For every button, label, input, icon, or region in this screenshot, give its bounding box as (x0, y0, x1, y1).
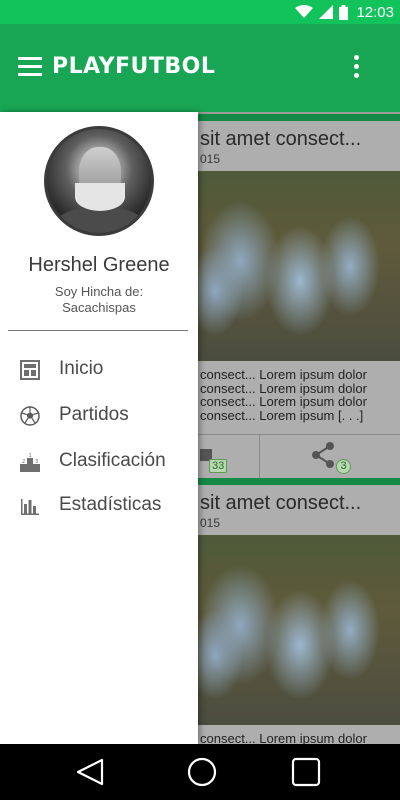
back-icon[interactable] (74, 756, 106, 788)
signal-icon (319, 5, 334, 19)
svg-text:3: 3 (35, 459, 38, 465)
card-title: sit amet consect... (200, 128, 362, 150)
system-nav-bar (0, 744, 400, 800)
navigation-drawer: Hershel Greene Soy Hincha de: Sacachispa… (0, 112, 198, 744)
app-bar: PLAYFUTBOL (0, 24, 400, 112)
drawer-item-estadisticas[interactable]: Estadísticas (0, 484, 198, 528)
share-icon (312, 442, 334, 468)
recents-icon[interactable] (290, 756, 322, 788)
comment-button[interactable]: 33 (200, 435, 260, 480)
home-icon (20, 360, 40, 380)
svg-text:2: 2 (22, 459, 25, 465)
drawer-item-label: Inicio (59, 358, 104, 379)
wifi-icon (295, 5, 314, 18)
drawer-item-label: Clasificación (59, 450, 166, 471)
card-date: 015 (200, 152, 221, 166)
fan-label: Soy Hincha de: (54, 284, 144, 299)
drawer-item-partidos[interactable]: Partidos (0, 394, 198, 438)
fan-team: Sacachispas (62, 300, 136, 315)
drawer-item-inicio[interactable]: Inicio (0, 348, 198, 392)
shares-count-badge: 3 (336, 459, 351, 474)
drawer-item-label: Estadísticas (59, 494, 162, 515)
avatar[interactable] (44, 126, 154, 236)
svg-text:1: 1 (29, 453, 32, 459)
summary-line: consect... Lorem ipsum [. . .] (200, 407, 364, 423)
card-summary: consect... Lorem ipsum dolor (200, 732, 400, 744)
card-title: sit amet consect... (200, 492, 362, 514)
user-name: Hershel Greene (28, 254, 170, 276)
summary-line: consect... Lorem ipsum dolor (200, 367, 367, 382)
bar-chart-icon (21, 499, 39, 515)
soccer-ball-icon (20, 406, 40, 426)
status-bar: 12:03 (0, 0, 400, 24)
comments-count-badge: 33 (209, 459, 228, 473)
app-title: PLAYFUTBOL (52, 54, 216, 79)
summary-line: consect... Lorem ipsum dolor (200, 731, 367, 744)
card-date: 015 (200, 516, 221, 530)
hamburger-icon[interactable] (18, 57, 44, 79)
podium-icon: 2 1 3 (20, 453, 40, 472)
divider (8, 330, 188, 331)
summary-line: consect... Lorem ipsum dolor (200, 380, 367, 396)
drawer-item-label: Partidos (59, 404, 129, 425)
home-circle-icon[interactable] (186, 756, 218, 788)
card-summary: consect... Lorem ipsum dolor consect... … (200, 368, 400, 422)
summary-line: consect... Lorem ipsum dolor (200, 394, 367, 409)
battery-icon (339, 4, 349, 20)
status-icons: 12:03 (295, 3, 394, 21)
drawer-item-clasificacion[interactable]: 2 1 3 Clasificación (0, 440, 198, 484)
more-vert-icon[interactable] (352, 55, 360, 83)
clock-time: 12:03 (356, 3, 394, 21)
share-button[interactable]: 3 (261, 435, 400, 480)
